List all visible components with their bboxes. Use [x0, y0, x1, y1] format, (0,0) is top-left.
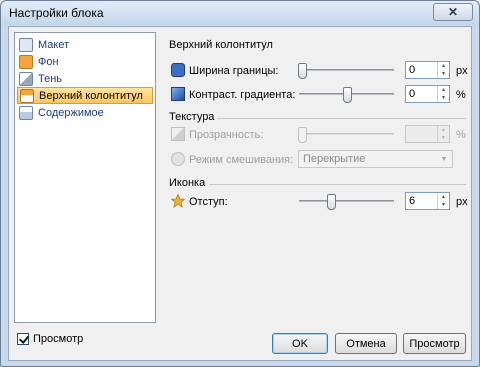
spin-up-icon[interactable]: ▲	[438, 126, 449, 134]
blend-mode-row: Режим смешивания: Перекрытие ▼	[169, 150, 467, 170]
preview-button[interactable]: Просмотр	[403, 333, 466, 354]
spinner-value[interactable]: 0	[409, 88, 415, 100]
nav-item-layout[interactable]: Макет	[17, 36, 153, 53]
unit-label: px	[456, 196, 468, 208]
ok-button[interactable]: OK	[272, 333, 328, 354]
spinner-arrows[interactable]: ▲ ▼	[437, 126, 449, 142]
layout-icon	[19, 37, 33, 52]
cancel-button[interactable]: Отмена	[335, 333, 397, 354]
border-width-icon	[171, 63, 185, 77]
slider-thumb[interactable]	[298, 63, 307, 79]
close-icon: ✕	[447, 5, 459, 19]
unit-label: px	[456, 65, 468, 77]
blend-mode-select[interactable]: Перекрытие ▼	[298, 150, 453, 168]
spinner-arrows[interactable]: ▲ ▼	[437, 62, 449, 78]
border-width-row: Ширина границы: 0 ▲ ▼ px	[169, 61, 468, 81]
nav-item-label: Тень	[38, 72, 63, 85]
settings-dialog: Настройки блока ✕ Макет Фон Тень Верхний…	[0, 0, 480, 367]
blend-mode-value: Перекрытие	[303, 153, 366, 165]
spin-down-icon[interactable]: ▼	[438, 201, 449, 209]
icon-group-label: Иконка	[169, 177, 206, 189]
gradient-contrast-label: Контраст. градиента:	[189, 89, 296, 101]
unit-label: %	[456, 129, 466, 141]
unit-label: %	[456, 89, 466, 101]
gradient-contrast-slider[interactable]	[299, 87, 394, 103]
preview-checkbox-label: Просмотр	[33, 333, 84, 345]
spinner-value[interactable]: 0	[409, 64, 415, 76]
icon-divider	[209, 184, 466, 185]
spinner-value[interactable]: 6	[409, 195, 415, 207]
section-title: Верхний колонтитул	[169, 39, 273, 51]
star-icon	[170, 193, 186, 208]
nav-item-shadow[interactable]: Тень	[17, 70, 153, 87]
transparency-label: Прозрачность:	[189, 129, 264, 141]
offset-row: Отступ: 6 ▲ ▼ px	[169, 192, 468, 212]
category-list: Макет Фон Тень Верхний колонтитул Содерж…	[14, 32, 156, 323]
background-icon	[19, 54, 33, 69]
title-bar: Настройки блока ✕	[1, 1, 479, 25]
slider-thumb[interactable]	[298, 127, 307, 143]
nav-item-label: Фон	[38, 55, 59, 68]
preview-checkbox[interactable]: Просмотр	[17, 333, 83, 345]
texture-group-label: Текстура	[169, 111, 215, 123]
slider-thumb[interactable]	[343, 87, 352, 103]
window-title: Настройки блока	[9, 6, 104, 20]
preview-checkbox-box[interactable]	[17, 333, 29, 345]
spin-up-icon[interactable]: ▲	[438, 86, 449, 94]
transparency-icon	[171, 127, 185, 141]
transparency-slider[interactable]	[298, 127, 394, 143]
nav-item-header[interactable]: Верхний колонтитул	[17, 87, 153, 104]
gradient-icon	[171, 87, 185, 101]
spin-down-icon[interactable]: ▼	[438, 94, 449, 102]
transparency-row: Прозрачность: ▲ ▼ %	[169, 125, 467, 145]
gradient-contrast-spinner[interactable]: 0 ▲ ▼	[405, 85, 450, 103]
header-icon	[20, 88, 34, 103]
transparency-spinner[interactable]: ▲ ▼	[405, 125, 450, 143]
nav-item-label: Макет	[38, 38, 70, 51]
nav-item-background[interactable]: Фон	[17, 53, 153, 70]
offset-spinner[interactable]: 6 ▲ ▼	[405, 192, 450, 210]
spin-up-icon[interactable]: ▲	[438, 193, 449, 201]
border-width-spinner[interactable]: 0 ▲ ▼	[405, 61, 450, 79]
spinner-arrows[interactable]: ▲ ▼	[437, 193, 449, 209]
spinner-arrows[interactable]: ▲ ▼	[437, 86, 449, 102]
blend-mode-label: Режим смешивания:	[189, 154, 294, 166]
border-width-label: Ширина границы:	[189, 65, 279, 77]
gradient-contrast-row: Контраст. градиента: 0 ▲ ▼ %	[169, 85, 467, 105]
nav-item-content[interactable]: Содержимое	[17, 104, 153, 121]
slider-thumb[interactable]	[327, 194, 336, 210]
spin-down-icon[interactable]: ▼	[438, 70, 449, 78]
nav-item-label: Содержимое	[38, 106, 104, 119]
spin-down-icon[interactable]: ▼	[438, 134, 449, 142]
blend-mode-icon	[171, 152, 185, 166]
offset-label: Отступ:	[189, 196, 228, 208]
border-width-slider[interactable]	[298, 63, 394, 79]
shadow-icon	[19, 71, 33, 86]
chevron-down-icon[interactable]: ▼	[438, 153, 450, 165]
texture-divider	[217, 118, 466, 119]
nav-item-label: Верхний колонтитул	[39, 89, 143, 102]
close-button[interactable]: ✕	[433, 3, 473, 21]
content-icon	[19, 105, 33, 120]
spin-up-icon[interactable]: ▲	[438, 62, 449, 70]
dialog-client-area: Макет Фон Тень Верхний колонтитул Содерж…	[8, 26, 472, 361]
offset-slider[interactable]	[299, 194, 394, 210]
